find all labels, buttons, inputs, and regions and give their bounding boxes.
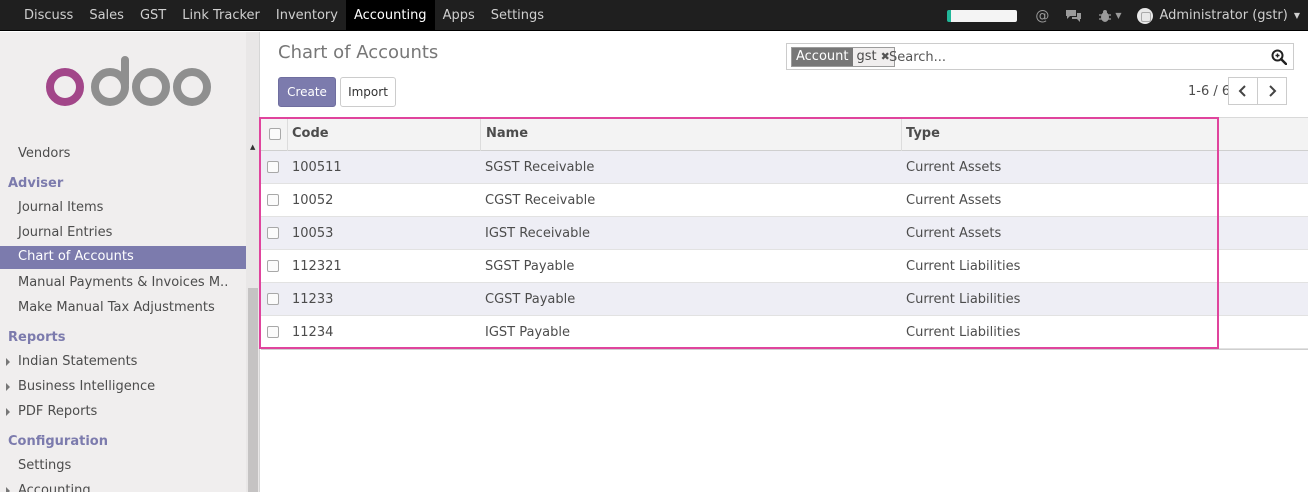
menu-sales[interactable]: Sales [81,0,132,31]
search-input[interactable] [889,48,1259,66]
sidebar-item-vendors[interactable]: Vendors [18,146,70,161]
user-menu[interactable]: Administrator (gstr) ▼ [1137,7,1300,24]
progress-indicator[interactable] [947,9,1018,22]
mention-icon[interactable]: @ [1035,8,1049,24]
list-bottom-border [261,349,1308,350]
cell-name: IGST Payable [485,325,570,340]
cell-name: CGST Receivable [485,193,596,208]
caret-down-icon: ▼ [1293,11,1300,20]
column-header-code[interactable]: Code [292,126,329,141]
search-icon[interactable] [1271,49,1287,65]
sidebar-heading-reports: Reports [8,330,66,345]
row-checkbox[interactable] [267,161,279,173]
menu-accounting[interactable]: Accounting [345,0,435,31]
pager-next-button[interactable] [1257,77,1287,105]
sidebar-item-manual-payments[interactable]: Manual Payments & Invoices M.. [18,275,228,290]
column-header-name[interactable]: Name [486,126,528,141]
chevron-right-icon [1269,85,1277,97]
sidebar-item-settings[interactable]: Settings [18,458,71,473]
row-checkbox[interactable] [267,227,279,239]
menu-apps[interactable]: Apps [435,0,483,31]
column-separator [287,118,288,151]
cell-type: Current Assets [906,226,1002,241]
main-menu: Discuss Sales GST Link Tracker Inventory… [16,0,552,31]
table-row[interactable]: 11233 CGST Payable Current Liabilities [261,283,1308,316]
menu-inventory[interactable]: Inventory [268,0,346,31]
select-all-checkbox[interactable] [269,128,281,140]
caret-down-icon: ▼ [1115,11,1122,20]
cell-code: 11233 [292,292,334,307]
sidebar: Vendors Adviser Journal Items Journal En… [0,32,246,492]
sidebar-item-journal-entries[interactable]: Journal Entries [18,225,112,240]
top-navbar: Discuss Sales GST Link Tracker Inventory… [0,0,1308,31]
navbar-systray: @ ▼ Administrator (gstr) ▼ [947,0,1300,31]
table-row[interactable]: 100511 SGST Receivable Current Assets [261,151,1308,184]
expand-triangle-icon[interactable] [6,408,10,416]
row-checkbox[interactable] [267,293,279,305]
column-header-type[interactable]: Type [906,126,940,141]
cell-code: 100511 [292,160,342,175]
create-button[interactable]: Create [278,77,336,107]
table-row[interactable]: 11234 IGST Payable Current Liabilities [261,316,1308,349]
cell-type: Current Assets [906,160,1002,175]
sidebar-item-label: Chart of Accounts [18,249,134,264]
scroll-up-icon[interactable]: ▲ [250,143,255,151]
cell-code: 10053 [292,226,334,241]
sidebar-item-pdf-reports[interactable]: PDF Reports [18,404,97,419]
expand-triangle-icon[interactable] [6,383,10,391]
table-header: Code Name Type [261,118,1308,151]
cell-code: 10052 [292,193,334,208]
cell-code: 112321 [292,259,342,274]
sidebar-item-manual-tax-adjustments[interactable]: Make Manual Tax Adjustments [18,300,215,315]
cell-type: Current Liabilities [906,259,1021,274]
sidebar-item-accounting[interactable]: Accounting [18,483,91,492]
pager-value[interactable]: 1-6 / 6 [1188,84,1230,99]
cell-name: IGST Receivable [485,226,590,241]
row-checkbox[interactable] [267,260,279,272]
menu-gst[interactable]: GST [132,0,174,31]
sidebar-heading-adviser: Adviser [8,176,64,191]
table-row[interactable]: 112321 SGST Payable Current Liabilities [261,250,1308,283]
chevron-left-icon [1238,85,1246,97]
table-row[interactable]: 10052 CGST Receivable Current Assets [261,184,1308,217]
row-checkbox[interactable] [267,326,279,338]
cell-type: Current Liabilities [906,325,1021,340]
expand-triangle-icon[interactable] [6,487,10,492]
cell-code: 11234 [292,325,334,340]
user-name: Administrator (gstr) [1159,8,1288,23]
menu-discuss[interactable]: Discuss [16,0,81,31]
column-separator [480,118,481,151]
facet-value: gst [852,48,881,66]
menu-link-tracker[interactable]: Link Tracker [174,0,268,31]
menu-settings[interactable]: Settings [483,0,552,31]
search-box: Account gst ✖ [786,43,1294,70]
cell-name: CGST Payable [485,292,576,307]
odoo-logo [46,56,211,106]
pager-previous-button[interactable] [1228,77,1258,105]
page-title: Chart of Accounts [278,42,439,63]
cell-type: Current Assets [906,193,1002,208]
sidebar-item-business-intelligence[interactable]: Business Intelligence [18,379,155,394]
cell-name: SGST Receivable [485,160,595,175]
import-button[interactable]: Import [340,77,396,107]
chat-icon[interactable] [1065,9,1082,23]
bug-icon[interactable]: ▼ [1098,9,1121,23]
sidebar-scrollbar[interactable]: ▲ [246,32,260,492]
sidebar-item-chart-of-accounts[interactable]: Chart of Accounts [0,246,246,269]
search-facet: Account gst ✖ [791,47,895,67]
avatar [1137,7,1154,24]
scrollbar-thumb[interactable] [248,288,258,492]
sidebar-item-journal-items[interactable]: Journal Items [18,200,103,215]
sidebar-heading-configuration: Configuration [8,434,108,449]
column-separator [901,118,902,151]
table-row[interactable]: 10053 IGST Receivable Current Assets [261,217,1308,250]
expand-triangle-icon[interactable] [6,358,10,366]
facet-label: Account [792,48,853,66]
cell-type: Current Liabilities [906,292,1021,307]
sidebar-item-indian-statements[interactable]: Indian Statements [18,354,137,369]
row-checkbox[interactable] [267,194,279,206]
cell-name: SGST Payable [485,259,575,274]
